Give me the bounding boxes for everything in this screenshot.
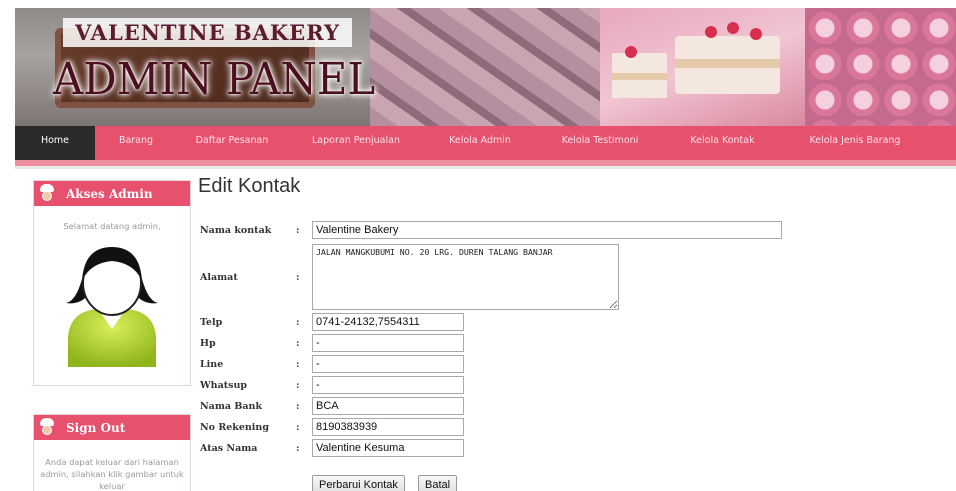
nama-kontak-input[interactable] <box>312 221 782 239</box>
brand-name: VALENTINE BAKERY <box>63 18 352 47</box>
nav-item-kelola-testimoni[interactable]: Kelola Testimoni <box>535 126 665 160</box>
cake-image <box>675 36 780 94</box>
field-label: Nama Bank <box>200 400 263 412</box>
alamat-textarea[interactable]: JALAN MANGKUBUMI NO. 20 LRG. DUREN TALAN… <box>312 244 619 310</box>
akses-admin-panel: Akses Admin Selamat datang admin, <box>33 180 191 386</box>
strawberry-icon <box>750 28 762 40</box>
field-colon: : <box>296 224 300 236</box>
field-label: Telp <box>200 316 223 328</box>
field-label: Nama kontak <box>200 224 272 236</box>
field-colon: : <box>296 379 300 391</box>
admin-panel-logo: ADMIN PANEL <box>53 54 376 105</box>
page-title: Edit Kontak <box>198 175 301 197</box>
banner-chocolates-image <box>370 8 600 126</box>
nav-item-daftar-pesanan[interactable]: Daftar Pesanan <box>177 126 287 160</box>
chef-icon <box>38 183 56 204</box>
field-label: Hp <box>200 337 216 349</box>
field-label: Line <box>200 358 224 370</box>
form-row-atas-nama: Atas Nama : <box>200 439 464 457</box>
hp-input[interactable] <box>312 334 464 352</box>
form-row-nama-kontak: Nama kontak : <box>200 221 782 239</box>
nav-item-laporan-penjualan[interactable]: Laporan Penjualan <box>287 126 425 160</box>
form-row-nama-bank: Nama Bank : <box>200 397 464 415</box>
sign-out-title[interactable]: Sign Out <box>66 421 125 435</box>
field-colon: : <box>296 272 300 283</box>
admin-avatar-icon <box>66 247 158 367</box>
field-colon: : <box>296 337 300 349</box>
form-row-no-rekening: No Rekening : <box>200 418 464 436</box>
header-banner: VALENTINE BAKERY ADMIN PANEL <box>15 8 956 126</box>
field-colon: : <box>296 316 300 328</box>
field-label: Alamat <box>200 272 238 283</box>
field-colon: : <box>296 400 300 412</box>
welcome-text: Selamat datang admin, <box>63 221 161 231</box>
strawberry-icon <box>727 22 739 34</box>
nav-item-barang[interactable]: Barang <box>95 126 177 160</box>
cancel-button[interactable]: Batal <box>418 475 458 491</box>
field-label: Atas Nama <box>200 442 258 454</box>
atas-nama-input[interactable] <box>312 439 464 457</box>
sign-out-panel: Sign Out Anda dapat keluar dari halaman … <box>33 414 191 491</box>
telp-input[interactable] <box>312 313 464 331</box>
nav-item-kelola-jenis-barang[interactable]: Kelola Jenis Barang <box>780 126 930 160</box>
sign-out-header[interactable]: Sign Out <box>34 415 190 440</box>
whatsup-input[interactable] <box>312 376 464 394</box>
main-nav: Home Barang Daftar Pesanan Laporan Penju… <box>15 126 956 160</box>
chef-icon <box>38 417 56 438</box>
field-colon: : <box>296 421 300 433</box>
nav-item-kelola-kontak[interactable]: Kelola Kontak <box>665 126 780 160</box>
nama-bank-input[interactable] <box>312 397 464 415</box>
cake-slice-image <box>612 53 667 98</box>
form-row-alamat: Alamat : JALAN MANGKUBUMI NO. 20 LRG. DU… <box>200 244 619 310</box>
field-colon: : <box>296 358 300 370</box>
akses-admin-header: Akses Admin <box>34 181 190 206</box>
strawberry-icon <box>625 46 637 58</box>
form-row-hp: Hp : <box>200 334 464 352</box>
field-colon: : <box>296 442 300 454</box>
banner-donuts-image <box>805 8 956 126</box>
update-contact-button[interactable]: Perbarui Kontak <box>312 475 405 491</box>
form-row-telp: Telp : <box>200 313 464 331</box>
form-row-whatsup: Whatsup : <box>200 376 464 394</box>
akses-admin-title: Akses Admin <box>66 186 153 201</box>
field-label: Whatsup <box>200 379 248 391</box>
strawberry-icon <box>705 26 717 38</box>
sign-out-text: Anda dapat keluar dari halaman admin, si… <box>40 457 184 491</box>
nav-item-kelola-admin[interactable]: Kelola Admin <box>425 126 535 160</box>
field-label: No Rekening <box>200 421 269 433</box>
nav-shadow-line <box>15 166 956 169</box>
line-input[interactable] <box>312 355 464 373</box>
nav-item-home[interactable]: Home <box>15 126 95 160</box>
no-rekening-input[interactable] <box>312 418 464 436</box>
form-row-line: Line : <box>200 355 464 373</box>
